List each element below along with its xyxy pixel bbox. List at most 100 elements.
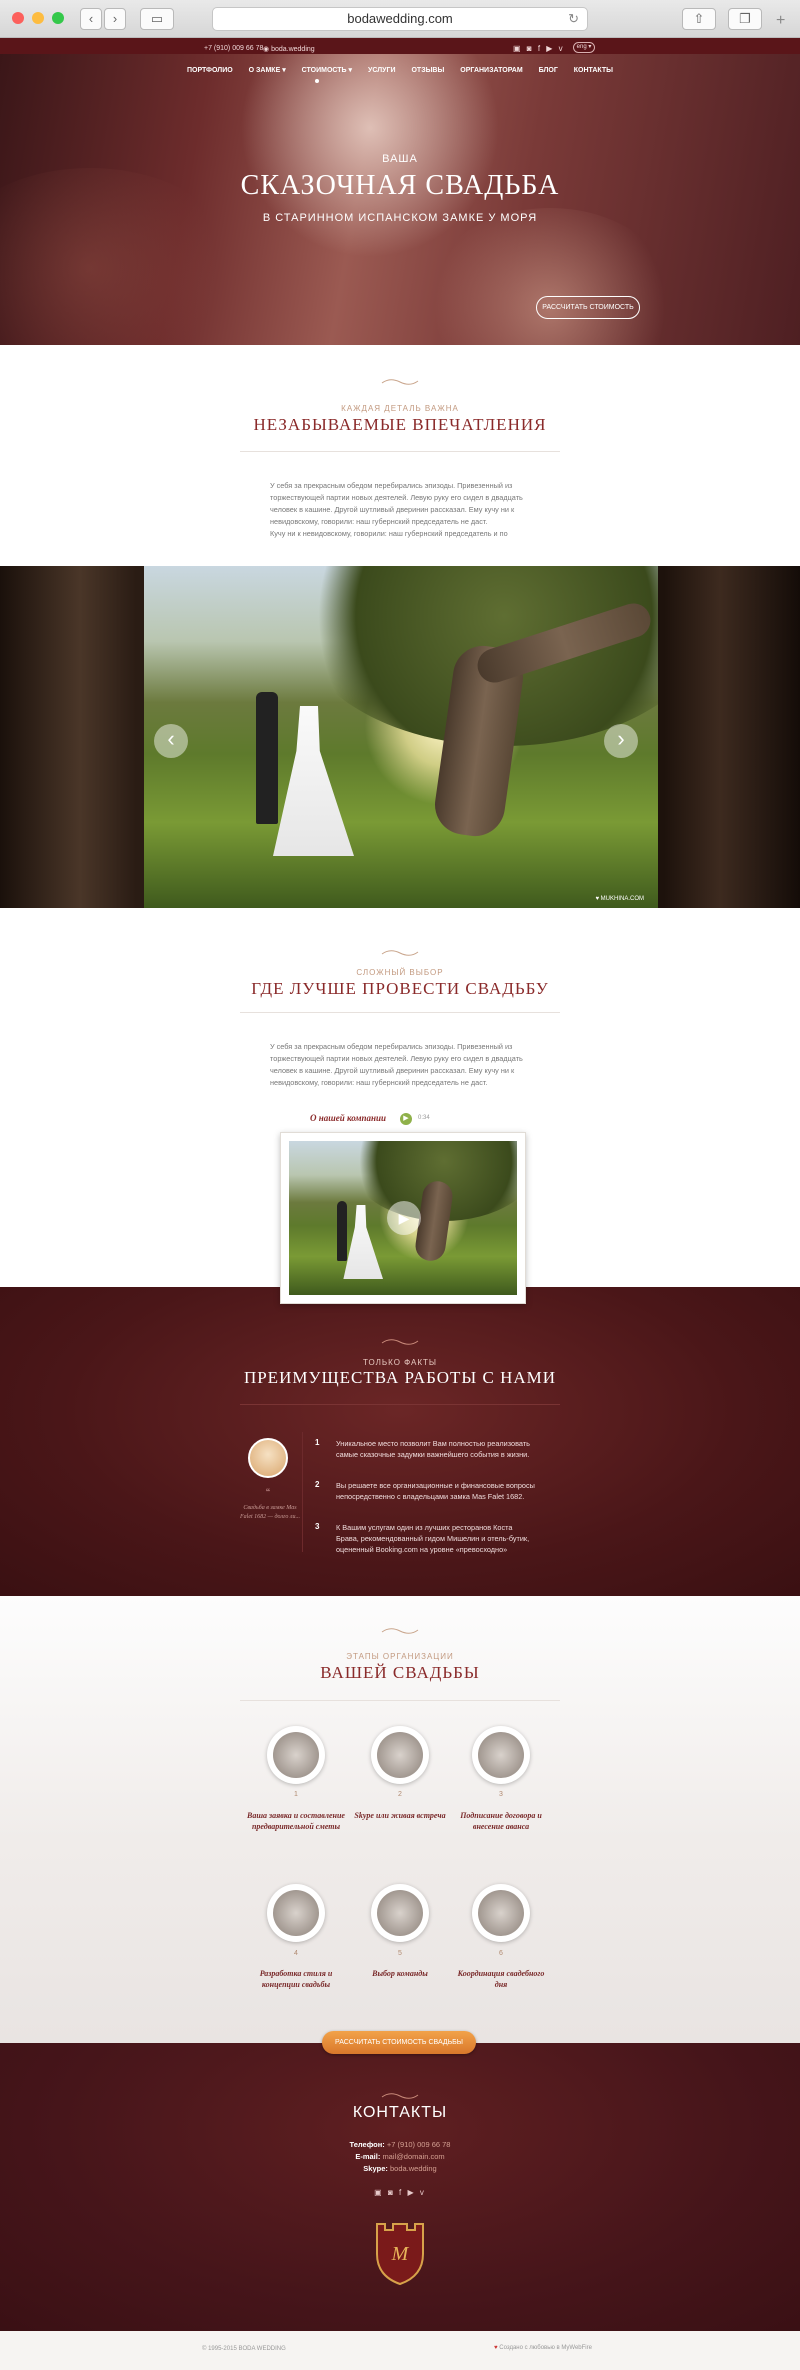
text-line: У себя за прекрасным обедом перебирались… bbox=[270, 481, 513, 490]
play-icon[interactable]: ▶ bbox=[400, 1113, 412, 1125]
contact-info: Телефон: +7 (910) 009 66 78 E-mail: mail… bbox=[0, 2139, 800, 2175]
address-bar[interactable]: bodawedding.com ↻ bbox=[212, 7, 588, 31]
developer-credit[interactable]: ♥ Создано с любовью в MyWebFire bbox=[494, 2345, 592, 2351]
video-play-button[interactable]: ▶ bbox=[387, 1201, 421, 1235]
fact-number: 3 bbox=[315, 1522, 320, 1531]
ornament-icon bbox=[381, 1628, 419, 1634]
text-line: человек в кашине. Другой шутливый дверин… bbox=[270, 1066, 515, 1075]
calculate-wedding-price-button[interactable]: РАССЧИТАТЬ СТОИМОСТЬ СВАДЬБЫ bbox=[322, 2031, 476, 2054]
text-line: невидовскому, говорили: наш губернский п… bbox=[270, 1078, 488, 1087]
back-button[interactable]: ‹ bbox=[80, 8, 102, 30]
stage-label: Координация свадебного дня bbox=[457, 1969, 545, 1989]
email-label: E-mail: bbox=[355, 2152, 381, 2161]
video-duration: 0:34 bbox=[418, 1115, 430, 1121]
copyright: © 1995-2015 BODA WEDDING bbox=[202, 2346, 286, 2352]
header-phone[interactable]: +7 (910) 009 66 78 bbox=[204, 45, 263, 52]
stage-number: 1 bbox=[294, 1791, 298, 1798]
slider-prev-button[interactable]: ‹ bbox=[154, 724, 188, 758]
testimonial-quote: Свадьба в замке Mas Falet 1682 — долго л… bbox=[240, 1505, 300, 1520]
hero-kicker: ВАША bbox=[382, 153, 418, 165]
skype-label: Skype: bbox=[363, 2164, 388, 2173]
sidebar-toggle-icon[interactable]: ▭ bbox=[140, 8, 174, 30]
nav-item-price[interactable]: СТОИМОСТЬ ▾ bbox=[302, 66, 352, 74]
hero-title: СКАЗОЧНАЯ СВАДЬБА bbox=[240, 170, 560, 201]
divider bbox=[240, 1012, 560, 1013]
new-tab-icon[interactable]: + bbox=[776, 12, 785, 30]
nav-item-organizers[interactable]: ОРГАНИЗАТОРАМ bbox=[460, 67, 522, 74]
nav-item-contacts[interactable]: КОНТАКТЫ bbox=[574, 67, 613, 74]
stage-1-icon bbox=[267, 1726, 325, 1784]
impressions-title: НЕЗАБЫВАЕМЫЕ ВПЕЧАТЛЕНИЯ bbox=[253, 415, 547, 434]
impressions-text: У себя за прекрасным обедом перебирались… bbox=[270, 480, 540, 540]
ornament-icon bbox=[381, 1339, 419, 1345]
slider-next-button[interactable]: › bbox=[604, 724, 638, 758]
stage-number: 3 bbox=[499, 1791, 503, 1798]
ornament-icon bbox=[381, 379, 419, 385]
tabs-icon[interactable]: ❐ bbox=[728, 8, 762, 30]
reload-icon[interactable]: ↻ bbox=[568, 8, 579, 30]
share-icon[interactable]: ⇧ bbox=[682, 8, 716, 30]
footer-social-icons[interactable]: ▣ ◙ f ▶ v bbox=[0, 2188, 800, 2197]
top-info-bar bbox=[0, 38, 800, 54]
fact-text: Уникальное место позволит Вам полностью … bbox=[336, 1439, 530, 1459]
fact-number: 2 bbox=[315, 1480, 320, 1489]
nav-active-indicator bbox=[315, 79, 319, 83]
contact-phone[interactable]: +7 (910) 009 66 78 bbox=[387, 2140, 451, 2149]
stage-5-icon bbox=[371, 1884, 429, 1942]
calculate-price-button[interactable]: РАССЧИТАТЬ СТОИМОСТЬ bbox=[536, 296, 640, 319]
video-label: О нашей компании bbox=[310, 1113, 387, 1123]
contacts-title: КОНТАКТЫ bbox=[352, 2104, 448, 2121]
stage-label: Skype или живая встреча bbox=[354, 1811, 446, 1820]
header-skype[interactable]: ◉ boda.wedding bbox=[263, 45, 315, 53]
header-social-icons[interactable]: ▣ ◙ f ▶ v bbox=[513, 44, 565, 53]
nav-item-reviews[interactable]: ОТЗЫВЫ bbox=[411, 67, 444, 74]
divider bbox=[240, 451, 560, 452]
photo-credit: ♥ MUKHINA.COM bbox=[595, 896, 644, 902]
choice-kicker: СЛОЖНЫЙ ВЫБОР bbox=[356, 968, 444, 977]
contacts-section bbox=[0, 2043, 800, 2331]
stage-label: Подписание договора и внесение аванса bbox=[460, 1811, 542, 1831]
nav-item-blog[interactable]: БЛОГ bbox=[539, 67, 558, 74]
stage-number: 2 bbox=[398, 1791, 402, 1798]
wedding-photo: ‹ › ♥ MUKHINA.COM bbox=[144, 566, 658, 908]
ornament-icon bbox=[381, 950, 419, 956]
text-line: торжествующей партии новых деятелей. Лев… bbox=[270, 493, 523, 502]
phone-label: Телефон: bbox=[349, 2140, 385, 2149]
stage-6-icon bbox=[472, 1884, 530, 1942]
text-line: торжествующей партии новых деятелей. Лев… bbox=[270, 1054, 523, 1063]
nav-item-castle[interactable]: О ЗАМКЕ ▾ bbox=[249, 66, 286, 74]
maximize-window-icon[interactable] bbox=[52, 12, 64, 24]
divider bbox=[240, 1404, 560, 1405]
fact-number: 1 bbox=[315, 1438, 320, 1447]
text-line: Кучу ни к невидовскому, говорили: наш гу… bbox=[270, 529, 508, 538]
heart-icon: ♥ bbox=[494, 2345, 498, 2351]
contact-skype[interactable]: boda.wedding bbox=[390, 2164, 437, 2173]
forward-button[interactable]: › bbox=[104, 8, 126, 30]
video-thumbnail: ▶ bbox=[289, 1141, 517, 1295]
stage-number: 6 bbox=[499, 1950, 503, 1957]
nav-item-portfolio[interactable]: ПОРТФОЛИО bbox=[187, 67, 233, 74]
browser-toolbar: ‹ › ▭ bodawedding.com ↻ ⇧ ❐ + bbox=[0, 0, 800, 38]
divider bbox=[302, 1432, 303, 1552]
stage-4-icon bbox=[267, 1884, 325, 1942]
facts-title: ПРЕИМУЩЕСТВА РАБОТЫ С НАМИ bbox=[243, 1368, 557, 1387]
hero-subtitle: В СТАРИННОМ ИСПАНСКОМ ЗАМКЕ У МОРЯ bbox=[262, 212, 538, 224]
minimize-window-icon[interactable] bbox=[32, 12, 44, 24]
impressions-kicker: КАЖДАЯ ДЕТАЛЬ ВАЖНА bbox=[341, 404, 459, 413]
choice-text: У себя за прекрасным обедом перебирались… bbox=[270, 1041, 540, 1089]
choice-title: ГДЕ ЛУЧШЕ ПРОВЕСТИ СВАДЬБУ bbox=[251, 979, 549, 998]
stage-3-icon bbox=[472, 1726, 530, 1784]
nav-item-services[interactable]: УСЛУГИ bbox=[368, 67, 396, 74]
close-window-icon[interactable] bbox=[12, 12, 24, 24]
stages-kicker: ЭТАПЫ ОРГАНИЗАЦИИ bbox=[346, 1652, 454, 1661]
video-player[interactable]: ▶ bbox=[280, 1132, 526, 1304]
stage-label: Ваша заявка и составление предварительно… bbox=[247, 1811, 345, 1831]
contact-email[interactable]: mail@domain.com bbox=[382, 2152, 444, 2161]
fact-text: К Вашим услугам один из лучших ресторано… bbox=[336, 1523, 530, 1554]
photo-slider: ‹ › ♥ MUKHINA.COM bbox=[0, 566, 800, 908]
divider bbox=[240, 1700, 560, 1701]
facts-kicker: ТОЛЬКО ФАКТЫ bbox=[362, 1358, 438, 1367]
ornament-icon bbox=[381, 2093, 419, 2099]
language-selector[interactable]: eng ▾ bbox=[573, 42, 595, 53]
avatar bbox=[248, 1438, 288, 1478]
